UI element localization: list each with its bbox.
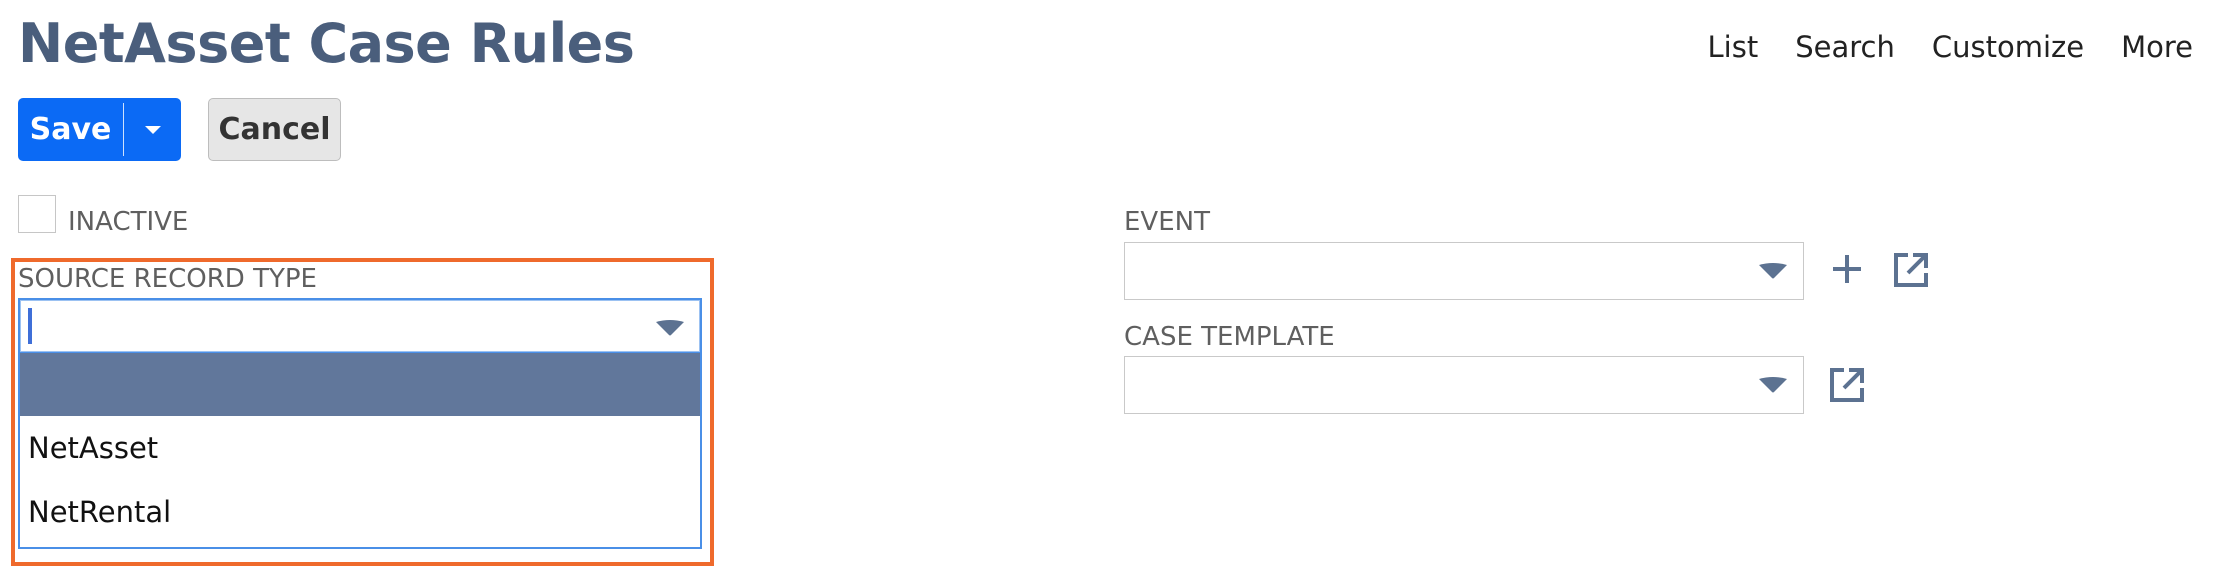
nav-list[interactable]: List — [1708, 30, 1759, 64]
chevron-down-icon — [144, 125, 161, 134]
text-cursor — [28, 308, 32, 344]
option-netasset[interactable]: NetAsset — [20, 416, 700, 480]
save-button[interactable]: Save — [18, 98, 181, 161]
nav-more[interactable]: More — [2121, 30, 2193, 64]
nav-search[interactable]: Search — [1795, 30, 1895, 64]
plus-icon[interactable] — [1830, 252, 1864, 286]
event-label: EVENT — [1124, 207, 1210, 237]
open-in-new-icon[interactable] — [1827, 365, 1867, 405]
top-nav: List Search Customize More — [1708, 30, 2193, 64]
chevron-down-icon[interactable] — [1757, 376, 1789, 394]
option-blank[interactable] — [20, 353, 700, 416]
inactive-label: INACTIVE — [68, 207, 189, 237]
source-record-type-label: SOURCE RECORD TYPE — [18, 264, 317, 294]
nav-customize[interactable]: Customize — [1932, 30, 2084, 64]
chevron-down-icon[interactable] — [1757, 262, 1789, 280]
page-title: NetAsset Case Rules — [18, 12, 635, 75]
open-in-new-icon[interactable] — [1891, 250, 1931, 290]
cancel-button[interactable]: Cancel — [208, 98, 341, 161]
event-select[interactable] — [1124, 242, 1804, 300]
inactive-checkbox[interactable] — [18, 195, 56, 233]
case-template-select[interactable] — [1124, 356, 1804, 414]
source-record-type-select[interactable] — [18, 298, 702, 354]
case-template-label: CASE TEMPLATE — [1124, 322, 1335, 352]
save-button-label[interactable]: Save — [18, 98, 123, 161]
option-netrental[interactable]: NetRental — [20, 480, 700, 544]
save-menu-button[interactable] — [124, 98, 181, 161]
save-button-divider — [123, 103, 124, 156]
chevron-down-icon[interactable] — [654, 319, 686, 337]
source-record-type-options: NetAsset NetRental — [18, 353, 702, 549]
